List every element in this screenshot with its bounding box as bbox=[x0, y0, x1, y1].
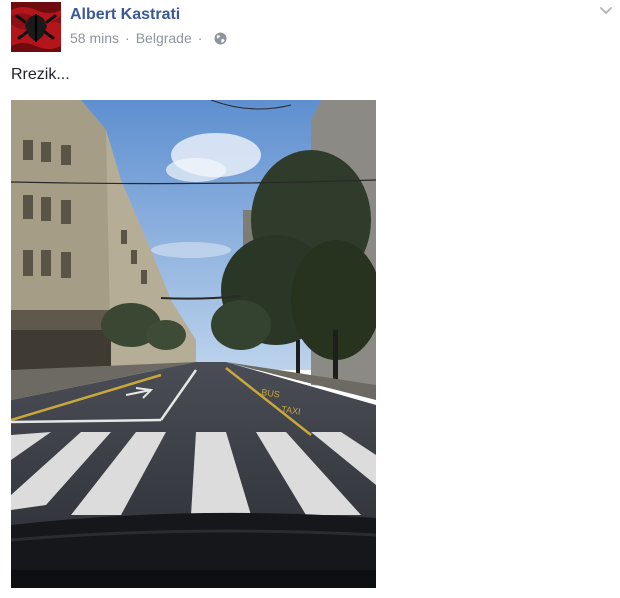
chevron-down-icon[interactable] bbox=[598, 2, 614, 18]
post-meta: 58 mins · Belgrade · bbox=[70, 30, 227, 46]
flag-avatar-image bbox=[11, 2, 61, 52]
post-photo[interactable]: BUS TAXI bbox=[11, 100, 376, 588]
post-location[interactable]: Belgrade bbox=[136, 30, 192, 46]
post-timestamp[interactable]: 58 mins bbox=[70, 30, 119, 46]
street-photo: BUS TAXI bbox=[11, 100, 376, 588]
meta-separator: · bbox=[197, 30, 203, 46]
feed-post: Albert Kastrati 58 mins · Belgrade · Rre… bbox=[0, 0, 620, 598]
author-avatar[interactable] bbox=[11, 2, 61, 52]
post-text: Rrezik... bbox=[11, 66, 70, 83]
meta-separator: · bbox=[125, 30, 130, 46]
globe-icon[interactable] bbox=[214, 32, 227, 45]
author-name-link[interactable]: Albert Kastrati bbox=[70, 6, 180, 24]
